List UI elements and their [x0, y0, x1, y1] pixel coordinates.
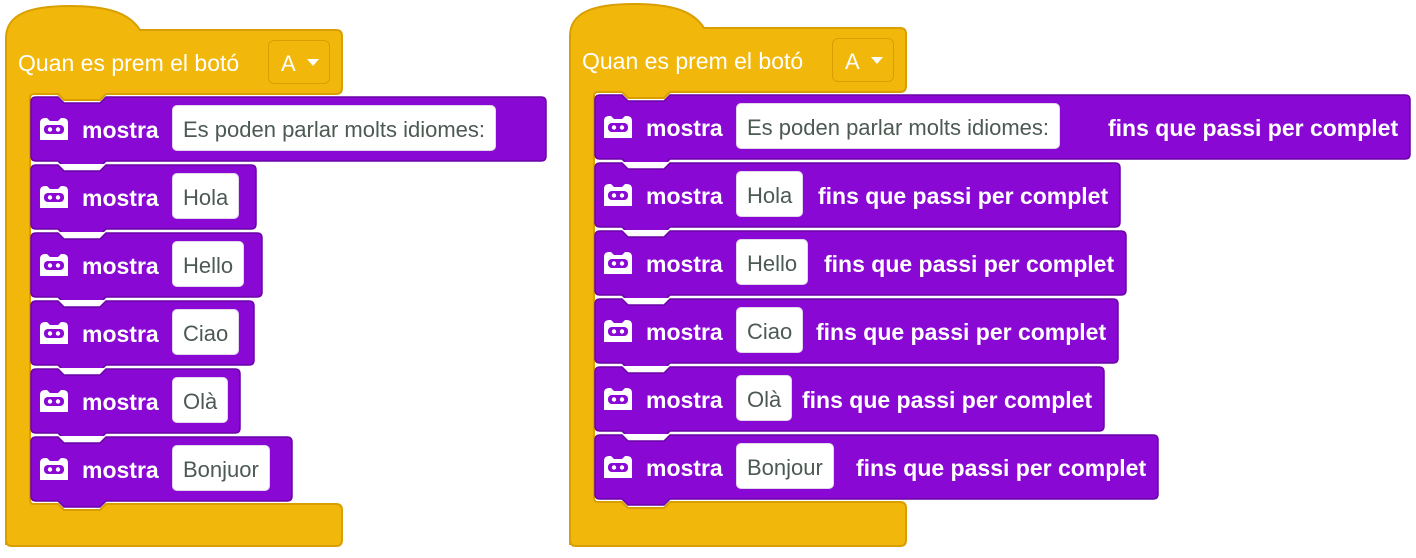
text-input[interactable]: Ciao: [172, 309, 240, 355]
event-label: Quan es prem el botó: [582, 48, 804, 74]
robot-face-icon: [40, 390, 68, 412]
text-input[interactable]: Hola: [172, 173, 240, 219]
robot-face-icon: [40, 254, 68, 276]
text-input[interactable]: Bonjuor: [172, 445, 270, 491]
robot-face-icon: [40, 118, 68, 140]
button-selector-dropdown[interactable]: A: [268, 40, 330, 84]
block-suffix: fins que passi per complet: [856, 455, 1147, 481]
show-text-block[interactable]: mostra Hola: [30, 164, 258, 232]
robot-face-icon: [604, 456, 632, 478]
block-suffix: fins que passi per complet: [816, 319, 1107, 345]
block-verb: mostra: [82, 321, 159, 347]
scroll-text-block[interactable]: mostra Bonjour fins que passi per comple…: [594, 434, 1160, 508]
block-suffix: fins que passi per complet: [802, 387, 1093, 413]
button-selector-dropdown[interactable]: A: [832, 38, 894, 82]
button-selector-value: A: [281, 51, 296, 76]
robot-face-icon: [604, 116, 632, 138]
scroll-text-block[interactable]: mostra Ciao fins que passi per complet: [594, 298, 1120, 366]
block-suffix: fins que passi per complet: [824, 251, 1115, 277]
text-input[interactable]: Hello: [736, 239, 809, 285]
text-input[interactable]: Bonjour: [736, 443, 834, 489]
block-verb: mostra: [646, 251, 723, 277]
text-input[interactable]: Ciao: [736, 307, 804, 353]
block-verb: mostra: [82, 185, 159, 211]
block-verb: mostra: [82, 117, 159, 143]
block-verb: mostra: [82, 457, 159, 483]
robot-face-icon: [604, 252, 632, 274]
text-input[interactable]: Olà: [172, 377, 229, 423]
block-verb: mostra: [646, 455, 723, 481]
scroll-text-block[interactable]: mostra Olà fins que passi per complet: [594, 366, 1106, 434]
button-selector-value: A: [845, 49, 860, 74]
caret-down-icon: [871, 57, 883, 64]
text-input[interactable]: Hola: [736, 171, 804, 217]
text-input[interactable]: Es poden parlar molts idiomes:: [736, 103, 1061, 149]
robot-face-icon: [40, 322, 68, 344]
scroll-text-block[interactable]: mostra Hello fins que passi per complet: [594, 230, 1128, 298]
robot-face-icon: [604, 320, 632, 342]
event-label: Quan es prem el botó: [18, 50, 240, 76]
block-verb: mostra: [646, 183, 723, 209]
robot-face-icon: [604, 184, 632, 206]
block-verb: mostra: [82, 253, 159, 279]
block-suffix: fins que passi per complet: [818, 183, 1109, 209]
block-verb: mostra: [646, 115, 723, 141]
text-input[interactable]: Es poden parlar molts idiomes:: [172, 105, 497, 151]
block-verb: mostra: [646, 319, 723, 345]
show-text-block[interactable]: mostra Ciao: [30, 300, 256, 368]
show-text-block[interactable]: mostra Bonjuor: [30, 436, 294, 510]
show-text-block[interactable]: mostra Es poden parlar molts idiomes:: [30, 96, 548, 164]
block-verb: mostra: [646, 387, 723, 413]
text-input[interactable]: Hello: [172, 241, 245, 287]
robot-face-icon: [40, 458, 68, 480]
caret-down-icon: [307, 59, 319, 66]
scroll-text-block[interactable]: mostra Hola fins que passi per complet: [594, 162, 1122, 230]
scroll-text-block[interactable]: mostra Es poden parlar molts idiomes: fi…: [594, 94, 1412, 162]
show-text-block[interactable]: mostra Olà: [30, 368, 242, 436]
show-text-block[interactable]: mostra Hello: [30, 232, 264, 300]
robot-face-icon: [604, 388, 632, 410]
block-suffix: fins que passi per complet: [1108, 115, 1399, 141]
robot-face-icon: [40, 186, 68, 208]
text-input[interactable]: Olà: [736, 375, 793, 421]
block-verb: mostra: [82, 389, 159, 415]
